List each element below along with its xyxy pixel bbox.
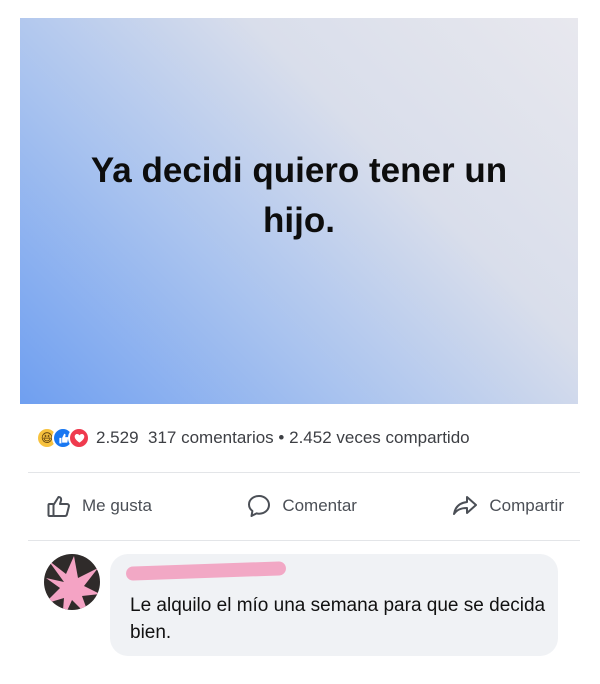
redacted-author-name[interactable] bbox=[125, 561, 287, 581]
shares-count[interactable]: 2.452 veces compartido bbox=[289, 428, 470, 448]
censor-blot bbox=[44, 556, 100, 610]
avatar[interactable] bbox=[44, 554, 100, 610]
reaction-icons[interactable]: 😆 bbox=[36, 427, 90, 449]
post-text: Ya decidi quiero tener un hijo. bbox=[90, 151, 508, 240]
post-image[interactable]: Ya decidi quiero tener un hijo. bbox=[20, 18, 578, 404]
thumbs-up-icon bbox=[46, 493, 72, 519]
speech-bubble-icon bbox=[246, 493, 272, 519]
like-label: Me gusta bbox=[82, 496, 152, 515]
action-bar: Me gusta Comentar Compartir bbox=[40, 488, 570, 524]
like-button[interactable]: Me gusta bbox=[40, 493, 158, 519]
comment-label: Comentar bbox=[282, 496, 357, 515]
comment-bubble: Le alquilo el mío una semana para que se… bbox=[110, 554, 558, 656]
comment-button[interactable]: Comentar bbox=[240, 493, 363, 519]
comments-count[interactable]: 317 comentarios bbox=[148, 428, 274, 448]
reaction-count[interactable]: 2.529 bbox=[96, 428, 139, 448]
share-label: Compartir bbox=[489, 496, 564, 515]
share-arrow-icon bbox=[451, 493, 479, 519]
share-button[interactable]: Compartir bbox=[445, 493, 570, 519]
divider bbox=[28, 540, 580, 541]
love-icon bbox=[68, 427, 90, 449]
post-stats: 😆 2.529 317 comentarios • 2.452 veces co… bbox=[36, 425, 576, 451]
divider bbox=[28, 472, 580, 473]
comment: Le alquilo el mío una semana para que se… bbox=[36, 552, 566, 662]
comment-text: Le alquilo el mío una semana para que se… bbox=[130, 595, 546, 643]
